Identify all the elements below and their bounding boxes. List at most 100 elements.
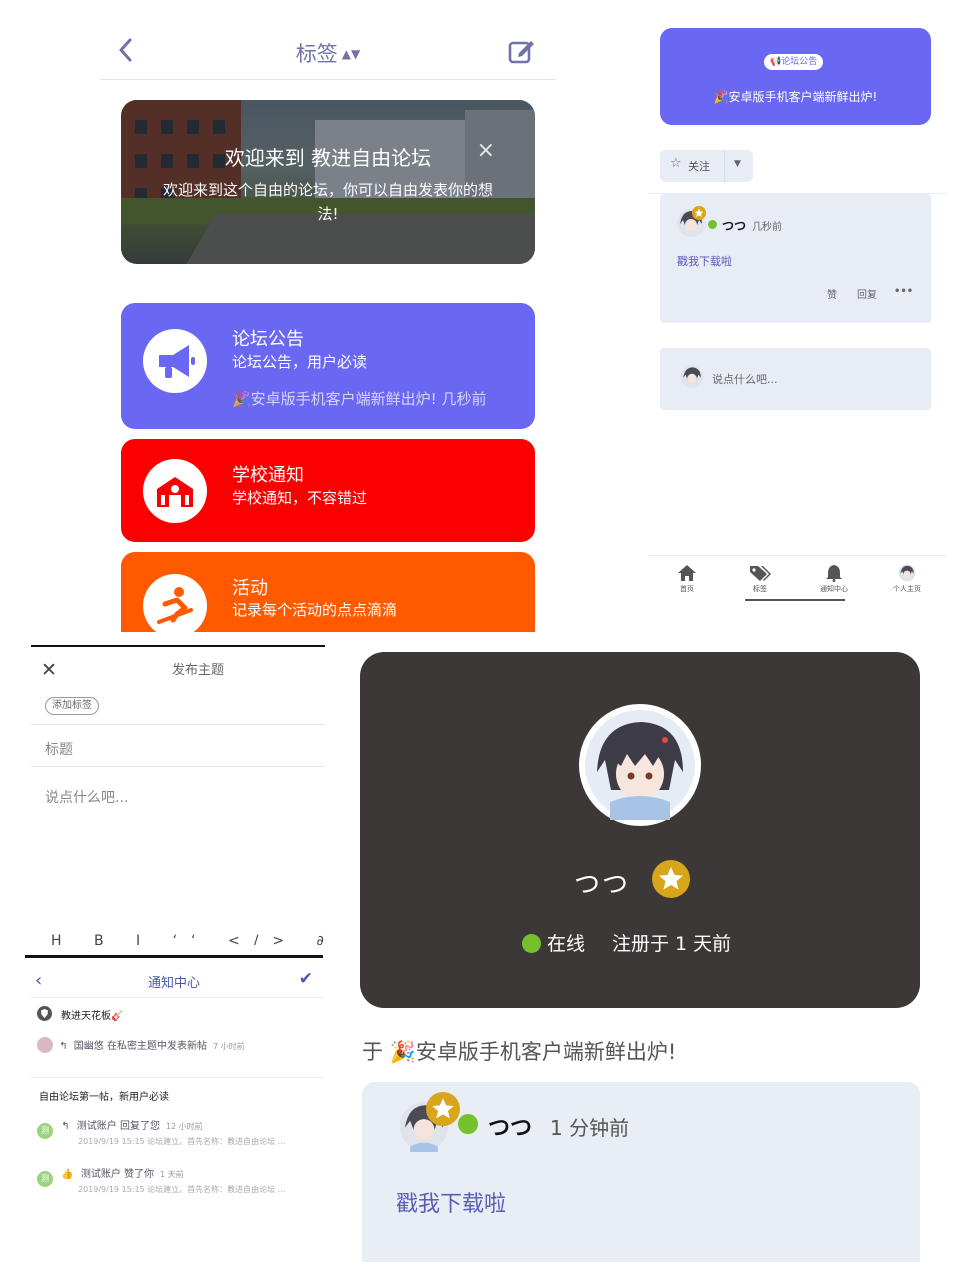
tab-label: 首页	[680, 585, 694, 593]
star-outline-icon: ☆	[670, 156, 682, 171]
avatar[interactable]	[579, 704, 701, 826]
post-time[interactable]: 几秒前	[752, 218, 782, 233]
notifications-screen: ‹ 通知中心 ✔ 教进天花板🎸 ↰ 国幽悠 在私密主题中发表新帖 7 小时前 自由…	[25, 955, 325, 1205]
welcome-banner: 欢迎来到 教进自由论坛 欢迎来到这个自由的论坛，你可以自由发表你的想法! ×	[121, 100, 535, 264]
profile-card: つつ 在线 注册于 1 天前	[360, 652, 920, 1008]
banner-title: 欢迎来到 教进自由论坛	[224, 146, 432, 170]
title-input[interactable]: 标题	[45, 739, 73, 759]
category-description: 记录每个活动的点点滴滴	[232, 601, 398, 619]
more-icon[interactable]: •••	[894, 286, 913, 297]
tags-title-dropdown[interactable]: 标签 ▲▼	[100, 38, 556, 68]
post-username[interactable]: つつ	[488, 1110, 532, 1142]
avatar: 测	[37, 1123, 53, 1139]
avatar	[680, 365, 704, 389]
discussion-title: 🎉安卓版手机客户端新鲜出炉!	[713, 90, 878, 104]
tab-label: 标签	[753, 585, 767, 593]
like-button[interactable]: 赞	[827, 286, 837, 301]
page-title: 标签	[295, 42, 338, 66]
profile-screen: つつ 在线 注册于 1 天前 于 🎉安卓版手机客户端新鲜出炉! つつ 1 分钟前…	[360, 652, 922, 1262]
category-name: 学校通知	[232, 465, 304, 486]
reply-box[interactable]: 说点什么吧...	[660, 348, 931, 410]
megaphone-icon	[143, 329, 207, 393]
tab-label: 个人主页	[893, 585, 921, 593]
close-icon[interactable]: ×	[477, 138, 495, 163]
avatar	[37, 1037, 53, 1053]
announcement-header: 📢论坛公告 🎉安卓版手机客户端新鲜出炉!	[660, 28, 931, 125]
notification-text: 测试账户 赞了你	[80, 1169, 155, 1180]
notification-text: 国幽悠 在私密主题中发表新帖	[73, 1041, 207, 1052]
post-card: つつ 几秒前 戳我下载啦 赞 回复 •••	[660, 194, 931, 323]
category-name: 论坛公告	[232, 329, 304, 350]
post-body[interactable]: 戳我下载啦	[396, 1186, 506, 1218]
sort-icon: ▲▼	[341, 47, 361, 61]
announcement-screen: 📢论坛公告 🎉安卓版手机客户端新鲜出炉! ☆ 关注 ▼ つつ 几秒前 戳我下载啦…	[648, 20, 948, 610]
formatting-toolbar[interactable]: H B I ‘‘ </> ∂ ▣ ☰ ☰ @ ◎	[51, 933, 325, 945]
notification-text: 测试账户 回复了您	[76, 1121, 160, 1132]
avatar-icon	[898, 564, 916, 582]
follow-button[interactable]: ☆ 关注 ▼	[660, 150, 753, 182]
group-title: 教进天花板🎸	[61, 1011, 124, 1022]
category-school-notice[interactable]: 学校通知 学校通知，不容错过	[121, 439, 535, 542]
mark-all-read-icon[interactable]: ✔	[299, 969, 313, 989]
tag-badge[interactable]: 📢论坛公告	[764, 54, 824, 70]
star-badge-icon	[652, 860, 690, 898]
notification-excerpt: 2019/9/19 15:15 论坛建立。首先名称：教进自由论坛 ...	[78, 1185, 286, 1194]
post-body[interactable]: 戳我下载啦	[677, 253, 732, 269]
shield-icon	[37, 1006, 52, 1021]
follow-label: 关注	[688, 160, 710, 173]
category-announcements[interactable]: 论坛公告 论坛公告，用户必读 🎉安卓版手机客户端新鲜出炉! 几秒前	[121, 303, 535, 429]
category-name: 活动	[232, 578, 268, 599]
add-tag-button[interactable]: 添加标签	[45, 697, 99, 715]
tag-icon	[750, 566, 771, 581]
profile-username: つつ	[574, 870, 631, 900]
chevron-down-icon[interactable]: ▼	[734, 159, 741, 169]
post-username[interactable]: つつ	[722, 217, 746, 234]
notification-time: 1 天前	[160, 1170, 184, 1179]
notification-time: 7 小时前	[212, 1042, 245, 1051]
post-card: つつ 1 分钟前 戳我下载啦	[362, 1082, 920, 1262]
banner-description: 欢迎来到这个自由的论坛，你可以自由发表你的想法!	[162, 181, 493, 223]
group-title[interactable]: 自由论坛第一帖，新用户必读	[39, 1088, 169, 1103]
registered-time: 注册于 1 天前	[612, 933, 732, 955]
reply-icon: ↰	[61, 1121, 70, 1132]
reply-button[interactable]: 回复	[857, 286, 877, 301]
category-activities[interactable]: 活动 记录每个活动的点点滴滴	[121, 552, 535, 632]
post-time[interactable]: 1 分钟前	[550, 1112, 629, 1141]
tab-home[interactable]: 首页	[662, 564, 712, 594]
notification-excerpt: 2019/9/19 15:15 论坛建立。首先名称：教进自由论坛 ...	[78, 1137, 286, 1146]
home-icon	[678, 565, 696, 581]
tags-screen: 标签 ▲▼ 欢迎来到 教进自由论坛 欢迎来到这个自由的论坛，你可以自由发表你的想法…	[100, 20, 560, 632]
tags-header: 标签 ▲▼	[100, 20, 556, 80]
star-badge-icon	[426, 1092, 460, 1126]
bell-icon	[826, 565, 842, 582]
online-dot	[522, 934, 541, 953]
discussion-link[interactable]: 于 🎉安卓版手机客户端新鲜出炉!	[362, 1036, 676, 1066]
category-last-post[interactable]: 🎉安卓版手机客户端新鲜出炉! 几秒前	[232, 388, 487, 409]
body-textarea[interactable]: 说点什么吧...	[45, 787, 128, 807]
bottom-tabbar: 首页 标签 通知中心 个人主页	[648, 555, 946, 610]
tab-profile[interactable]: 个人主页	[882, 564, 932, 594]
tab-indicator	[745, 599, 845, 601]
compose-title: 发布主题	[171, 663, 224, 678]
thumbs-up-icon: 👍	[61, 1169, 74, 1180]
tab-notifications[interactable]: 通知中心	[809, 564, 859, 594]
category-description: 论坛公告，用户必读	[232, 353, 368, 371]
notification-group[interactable]: 教进天花板🎸	[37, 1006, 124, 1022]
compose-screen: ✕ 发布主题 添加标签 标题 说点什么吧... H B I ‘‘ </> ∂ ▣…	[25, 645, 325, 945]
online-dot	[458, 1114, 478, 1134]
snowboard-icon	[143, 574, 207, 632]
notifications-title: 通知中心	[147, 976, 200, 991]
online-status: 在线	[522, 929, 585, 956]
compose-icon[interactable]	[508, 38, 536, 64]
avatar: 测	[37, 1171, 53, 1187]
online-dot	[708, 220, 717, 229]
tab-label: 通知中心	[820, 585, 848, 593]
notification-time: 12 小时前	[165, 1122, 203, 1131]
reply-icon: ↰	[59, 1041, 68, 1052]
tab-tags[interactable]: 标签	[735, 564, 785, 594]
school-icon	[143, 459, 207, 523]
star-badge-icon	[692, 206, 706, 220]
reply-placeholder: 说点什么吧...	[712, 373, 778, 386]
category-description: 学校通知，不容错过	[232, 489, 368, 507]
notification-item[interactable]: ↰ 国幽悠 在私密主题中发表新帖 7 小时前	[37, 1037, 245, 1053]
